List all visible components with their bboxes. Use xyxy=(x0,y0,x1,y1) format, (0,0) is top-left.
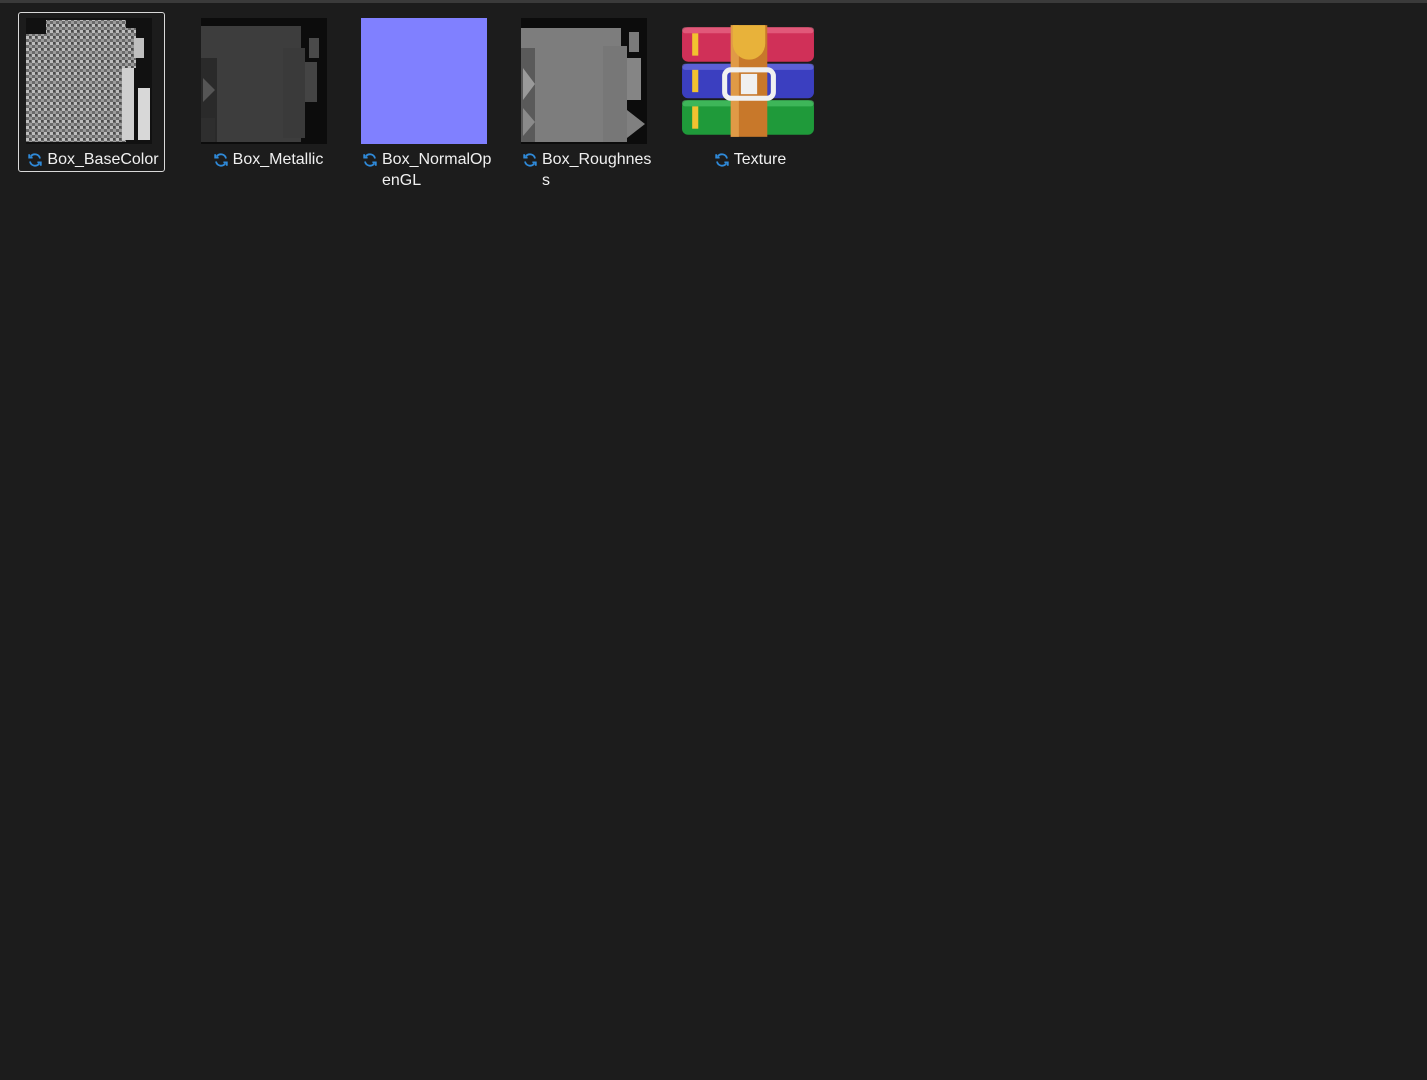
file-item-texture[interactable]: Texture xyxy=(659,12,814,172)
file-item-box-roughness[interactable]: Box_Roughness xyxy=(499,12,651,189)
file-name: Box_NormalOpenGL xyxy=(382,151,492,189)
basecolor-thumbnail xyxy=(26,18,152,144)
sync-icon xyxy=(28,153,43,167)
sync-icon xyxy=(363,153,377,167)
roughness-thumbnail xyxy=(521,18,647,144)
normal-map-thumbnail xyxy=(361,18,487,144)
sync-icon xyxy=(213,153,228,167)
file-name: Box_BaseColor xyxy=(47,151,159,168)
file-item-box-normalopengl[interactable]: Box_NormalOpenGL xyxy=(339,12,491,189)
top-divider xyxy=(0,0,1427,3)
sync-icon xyxy=(715,153,729,167)
file-name: Box_Roughness xyxy=(542,151,652,189)
file-label: Box_Metallic xyxy=(198,149,338,170)
file-name: Texture xyxy=(733,151,787,168)
sync-icon xyxy=(523,153,537,167)
file-label: Texture xyxy=(680,149,820,170)
winrar-archive-icon xyxy=(682,25,814,137)
file-label: Box_NormalOpenGL xyxy=(358,149,498,191)
metallic-thumbnail xyxy=(201,18,327,144)
file-name: Box_Metallic xyxy=(232,151,324,168)
file-grid: Box_BaseColor Box_Metallic Box_NormalOpe… xyxy=(18,12,819,189)
file-item-box-basecolor[interactable]: Box_BaseColor xyxy=(18,12,165,172)
file-label: Box_Roughness xyxy=(518,149,658,191)
file-item-box-metallic[interactable]: Box_Metallic xyxy=(179,12,327,172)
file-label: Box_BaseColor xyxy=(23,149,163,170)
